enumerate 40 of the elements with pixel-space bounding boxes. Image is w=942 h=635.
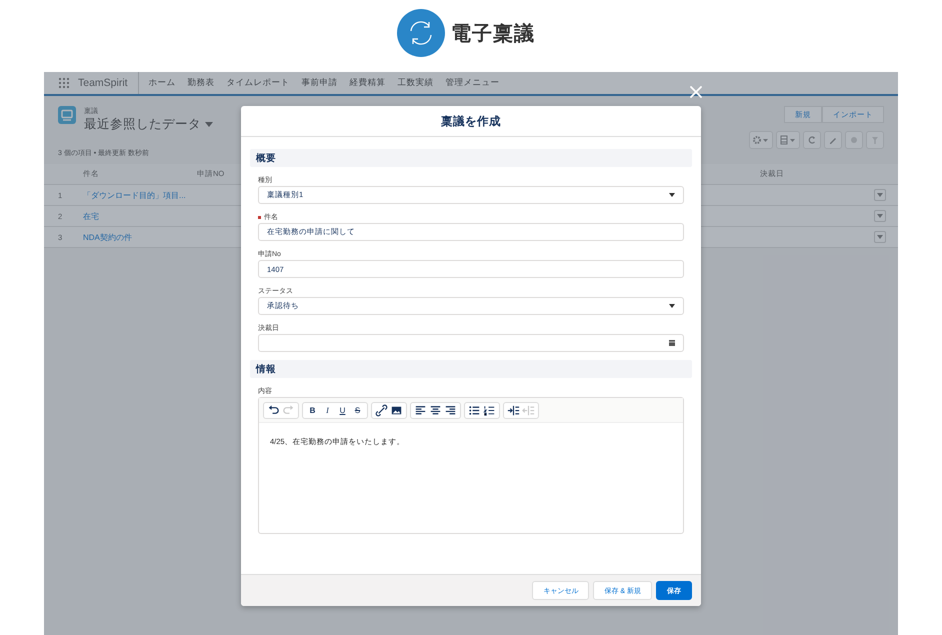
caret-down-icon — [877, 193, 883, 197]
nav-tab[interactable]: 管理メニュー — [440, 77, 506, 89]
record-link[interactable]: 在宅 — [83, 210, 197, 222]
refresh-icon[interactable] — [803, 131, 821, 149]
bold-button[interactable]: B — [305, 402, 320, 418]
link-icon[interactable] — [374, 402, 389, 418]
nav-tab[interactable]: 工数実績 — [392, 77, 440, 89]
row-menu-button[interactable] — [874, 189, 886, 201]
list-view-title[interactable]: 最近参照したデータ — [84, 116, 201, 133]
caret-down-icon — [669, 304, 675, 308]
table-icon[interactable] — [776, 131, 800, 149]
calendar-icon[interactable] — [669, 340, 675, 346]
nav-tab[interactable]: 経費精算 — [344, 77, 392, 89]
app-launcher-icon[interactable] — [58, 77, 70, 89]
row-menu-button[interactable] — [874, 210, 886, 222]
settings-icon[interactable] — [749, 131, 773, 149]
modal-title: 稟議を作成 — [441, 114, 501, 128]
nav-tab[interactable]: ホーム — [142, 77, 182, 89]
record-link[interactable]: 「ダウンロード目的」項目... — [83, 190, 197, 200]
pencil-icon[interactable] — [824, 131, 842, 149]
date-field[interactable] — [258, 334, 684, 352]
record-link[interactable]: NDA契約の件 — [83, 232, 197, 242]
underline-button[interactable]: U — [335, 402, 350, 418]
section-heading[interactable]: 概要 — [250, 149, 692, 167]
close-icon[interactable] — [689, 85, 703, 99]
list-object-icon — [58, 106, 76, 124]
section-heading[interactable]: 情報 — [250, 360, 692, 378]
strike-button[interactable]: S — [350, 402, 365, 418]
logo-title: 電子稟議 — [451, 22, 535, 46]
italic-button[interactable]: I — [320, 402, 335, 418]
app-name: TeamSpirit — [78, 77, 128, 89]
row-menu-button[interactable] — [874, 231, 886, 243]
nav-tab[interactable]: 事前申請 — [296, 77, 344, 89]
nav-tab[interactable]: 勤務表 — [182, 77, 221, 89]
caret-down-icon — [669, 193, 675, 197]
sync-icon — [397, 9, 445, 57]
caret-down-icon — [877, 235, 883, 239]
nav-tab[interactable]: タイムレポート — [220, 77, 296, 89]
caret-down-icon[interactable] — [205, 122, 213, 127]
caret-down-icon — [877, 214, 883, 218]
